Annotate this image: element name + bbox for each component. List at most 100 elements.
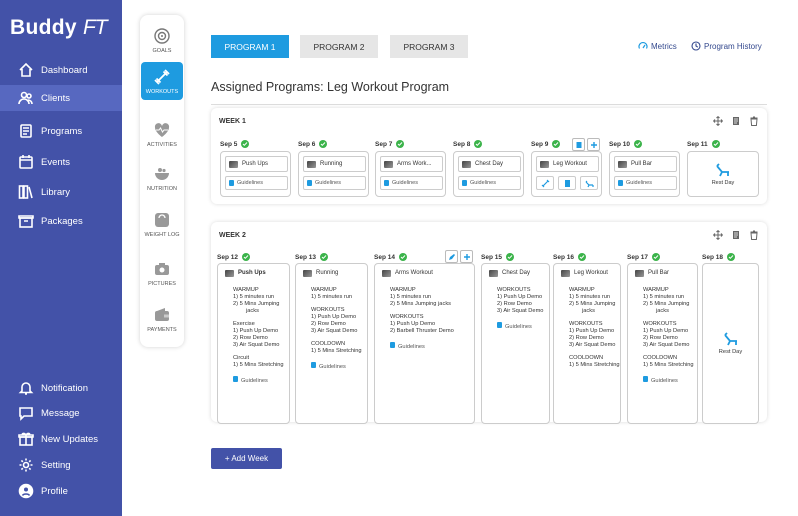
day-card[interactable]: Arms Workout WARMUP 1) 5 minutes run 2) 5 M… — [374, 263, 475, 424]
workout-chip[interactable]: Running — [303, 156, 366, 172]
tab-program-1[interactable]: PROGRAM 1 — [211, 35, 289, 58]
workout-chip[interactable]: Push Ups — [225, 156, 288, 172]
day-label: Sep 11 — [687, 140, 720, 148]
exercise-line: 1) 5 minutes run — [390, 294, 432, 300]
workout-chip[interactable]: Pull Bar — [614, 156, 677, 172]
workout-title[interactable]: Pull Bar — [635, 270, 669, 277]
sidebar-item-label: Library — [41, 186, 71, 198]
guidelines-link[interactable]: Guidelines — [233, 376, 268, 385]
subnav-workouts[interactable]: WORKOUTS — [141, 62, 183, 100]
day-card: Leg Workout — [531, 151, 602, 197]
rest-icon-button[interactable] — [580, 176, 598, 190]
workout-title[interactable]: Running — [303, 270, 338, 277]
workout-title[interactable]: Arms Workout — [382, 270, 433, 277]
guidelines-link[interactable]: Guidelines — [390, 342, 425, 351]
subnav-nutrition[interactable]: NUTRITION — [140, 155, 184, 201]
day-card[interactable]: Chest Day WORKOUTS 1) Push Up Demo 2) Row D… — [481, 263, 550, 424]
check-icon — [241, 140, 250, 148]
day-card[interactable]: Push Ups WARMUP 1) 5 minutes run 2) 5 Mins … — [217, 263, 290, 424]
sidebar-item-setting[interactable]: Setting — [0, 452, 122, 478]
move-icon[interactable] — [713, 116, 723, 126]
sidebar-item-notification[interactable]: Notification — [0, 375, 122, 401]
day-card[interactable]: Running WARMUP 1) 5 minutes run WORKOUTS 1) … — [295, 263, 368, 424]
sidebar-item-programs[interactable]: Programs — [0, 118, 122, 144]
day-card[interactable]: Pull Bar WARMUP 1) 5 minutes run 2) 5 Mins … — [627, 263, 698, 424]
users-icon — [18, 90, 34, 106]
exercise-line: jacks — [246, 308, 259, 314]
document-icon-button[interactable] — [558, 176, 576, 190]
exercise-line: 1) 5 Mins Stretching — [643, 362, 694, 368]
check-icon — [319, 253, 328, 261]
workout-title[interactable]: Chest Day — [489, 270, 530, 277]
week-label: WEEK 2 — [219, 232, 246, 239]
edit-icon[interactable] — [445, 250, 458, 263]
exercise-line: 2) 5 Mins Jumping — [643, 301, 690, 307]
subnav-label: WEIGHT LOG — [144, 231, 180, 238]
sidebar-item-clients[interactable]: Clients — [0, 85, 122, 111]
sidebar-item-profile[interactable]: Profile — [0, 478, 122, 504]
workout-icon-button[interactable] — [536, 176, 554, 190]
rest-day-card[interactable]: Rest Day — [702, 263, 759, 424]
week-actions — [713, 116, 759, 126]
tab-program-2[interactable]: PROGRAM 2 — [300, 35, 378, 58]
workout-chip[interactable]: Arms Work... — [380, 156, 443, 172]
sidebar-item-message[interactable]: Message — [0, 400, 122, 426]
tab-program-3[interactable]: PROGRAM 3 — [390, 35, 468, 58]
metrics-label: Metrics — [651, 41, 677, 51]
guidelines-chip[interactable]: Guidelines — [380, 176, 443, 190]
move-icon[interactable] — [713, 230, 723, 240]
day-card: Running Guidelines — [298, 151, 369, 197]
copy-day-icon[interactable] — [572, 138, 585, 151]
exercise-line: 1) 5 minutes run — [643, 294, 685, 300]
guidelines-link[interactable]: Guidelines — [311, 362, 346, 371]
trash-icon[interactable] — [749, 116, 759, 126]
rest-day-card[interactable]: Rest Day — [687, 151, 759, 197]
workout-thumbnail — [489, 270, 498, 277]
workout-thumbnail — [307, 160, 316, 168]
copy-icon[interactable] — [731, 230, 741, 240]
program-history-link[interactable]: Program History — [691, 41, 762, 51]
sidebar-item-packages[interactable]: Packages — [0, 208, 122, 234]
day-card[interactable]: Leg Workout WARMUP 1) 5 minutes run 2) 5 Mi… — [553, 263, 621, 424]
check-icon — [577, 253, 586, 261]
sidebar-item-library[interactable]: Library — [0, 179, 122, 205]
subnav-pictures[interactable]: PICTURES — [140, 250, 184, 296]
guidelines-chip[interactable]: Guidelines — [458, 176, 521, 190]
sidebar-item-new-updates[interactable]: New Updates — [0, 426, 122, 452]
guidelines-chip[interactable]: Guidelines — [225, 176, 288, 190]
add-week-button[interactable]: + Add Week — [211, 448, 282, 469]
workout-title[interactable]: Leg Workout — [561, 270, 608, 277]
sidebar-item-label: Programs — [41, 125, 83, 137]
subnav-weight-log[interactable]: WEIGHT LOG — [140, 201, 184, 247]
exercise-line: 2) 5 Mins Jumping — [233, 301, 280, 307]
divider — [211, 104, 767, 105]
add-icon[interactable] — [460, 250, 473, 263]
exercise-line: 2) Barbell Thruster Demo — [390, 328, 454, 334]
calendar-icon — [18, 154, 34, 170]
file-icon — [384, 180, 389, 186]
guidelines-link[interactable]: Guidelines — [497, 322, 532, 331]
guidelines-chip[interactable]: Guidelines — [614, 176, 677, 190]
file-icon — [229, 180, 234, 186]
subnav-goals[interactable]: GOALS — [140, 17, 184, 63]
trash-icon[interactable] — [749, 230, 759, 240]
workout-title[interactable]: Push Ups — [225, 270, 266, 277]
copy-icon[interactable] — [731, 116, 741, 126]
check-icon — [319, 140, 328, 148]
add-icon[interactable] — [587, 138, 600, 151]
metrics-link[interactable]: Metrics — [638, 41, 677, 51]
subnav-activities[interactable]: ACTIVITIES — [140, 111, 184, 157]
workout-chip[interactable]: Chest Day — [458, 156, 521, 172]
day-actions — [445, 250, 473, 263]
app-logo[interactable]: Buddy FT — [10, 16, 108, 40]
sidebar-item-events[interactable]: Events — [0, 149, 122, 175]
guidelines-link[interactable]: Guidelines — [643, 376, 678, 385]
check-icon — [474, 140, 483, 148]
sidebar-item-dashboard[interactable]: Dashboard — [0, 57, 122, 83]
subnav-payments[interactable]: PAYMENTS — [140, 296, 184, 342]
sidebar-item-label: Message — [41, 407, 80, 419]
workout-chip[interactable]: Leg Workout — [536, 156, 599, 172]
exercise-line: 1) Push Up Demo — [569, 328, 615, 334]
guidelines-chip[interactable]: Guidelines — [303, 176, 366, 190]
rest-day-label: Rest Day — [711, 179, 735, 186]
